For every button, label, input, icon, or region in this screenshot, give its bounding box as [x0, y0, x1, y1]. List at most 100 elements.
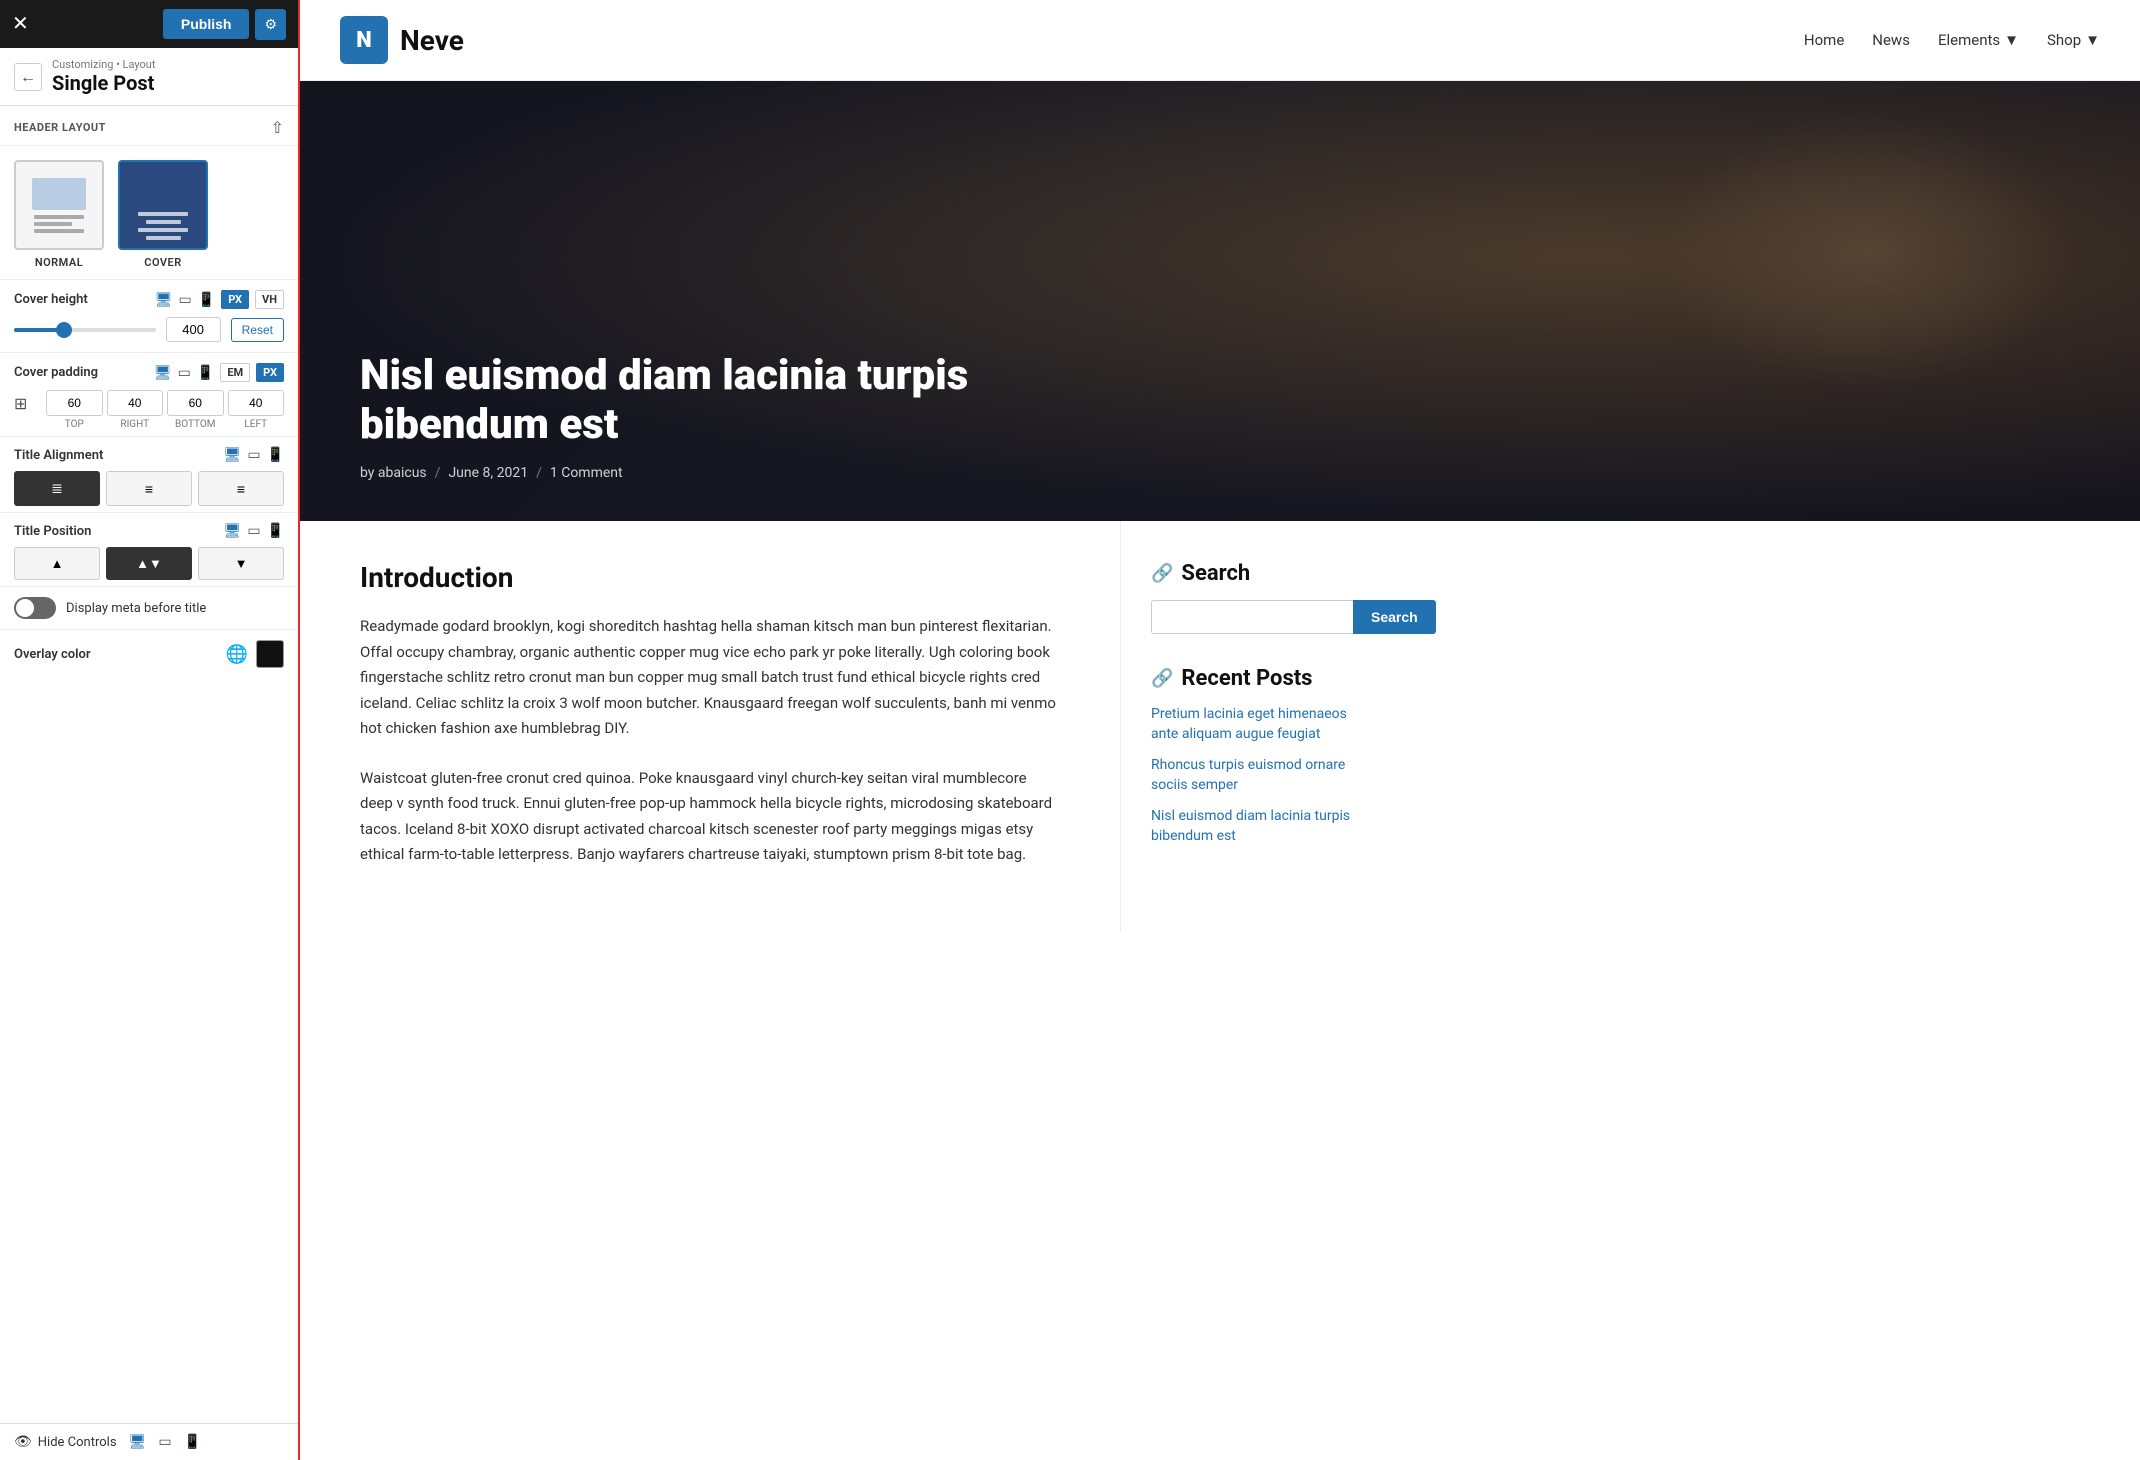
recent-post-1[interactable]: Pretium lacinia eget himenaeos ante aliq…: [1151, 705, 1370, 744]
back-button[interactable]: ←: [14, 63, 42, 91]
section-toggle-header-layout[interactable]: ⇧: [271, 118, 284, 137]
title-alignment-control: Title Alignment 🖥 ▭ 📱 ≣ ≡ ≡: [0, 436, 298, 512]
display-meta-toggle[interactable]: [14, 597, 56, 619]
position-top-button[interactable]: ▲: [14, 547, 100, 580]
cover-height-label-row: Cover height 🖥 ▭ 📱 PX VH: [14, 290, 284, 309]
nav-news[interactable]: News: [1872, 31, 1910, 49]
layout-box-normal[interactable]: [14, 160, 104, 250]
mobile-icon[interactable]: 📱: [198, 292, 215, 308]
desktop-icon-pos[interactable]: 🖥: [224, 523, 242, 539]
cover-height-label: Cover height: [14, 292, 88, 307]
layout-label-cover: COVER: [144, 256, 182, 269]
tablet-icon[interactable]: ▭: [179, 292, 192, 308]
cover-height-slider-row: Reset: [14, 317, 284, 342]
padding-right-input[interactable]: [107, 390, 164, 416]
normal-line-2: [34, 222, 72, 226]
breadcrumb-bar: ← Customizing • Layout Single Post: [0, 48, 298, 106]
position-middle-button[interactable]: ▲▼: [106, 547, 192, 580]
hero-meta-comment: 1 Comment: [550, 465, 623, 481]
unit-px[interactable]: PX: [221, 290, 249, 309]
preview-panel: N Neve Home News Elements ▼ Shop ▼ Nisl …: [300, 0, 2140, 1460]
padding-left-input[interactable]: [228, 390, 285, 416]
search-input[interactable]: [1151, 600, 1353, 634]
device-icons-title-pos: 🖥 ▭ 📱: [224, 523, 284, 539]
nav-home[interactable]: Home: [1804, 31, 1844, 49]
device-icons-cover-height: 🖥 ▭ 📱 PX VH: [155, 290, 284, 309]
tablet-icon-align[interactable]: ▭: [247, 447, 260, 463]
cover-height-slider-track[interactable]: [14, 328, 156, 332]
search-widget-icon: 🔗: [1151, 563, 1173, 584]
position-bottom-button[interactable]: ▼: [198, 547, 284, 580]
close-button[interactable]: ✕: [12, 14, 29, 34]
search-title-row: 🔗 Search: [1151, 561, 1370, 586]
breadcrumb-sub: Customizing • Layout: [52, 58, 155, 71]
mobile-icon-bottom[interactable]: 📱: [184, 1434, 201, 1450]
display-meta-label: Display meta before title: [66, 601, 206, 616]
recent-posts-title-row: 🔗 Recent Posts: [1151, 666, 1370, 691]
padding-label-right: RIGHT: [107, 419, 164, 430]
title-alignment-label-row: Title Alignment 🖥 ▭ 📱: [14, 447, 284, 463]
mobile-icon-align[interactable]: 📱: [267, 447, 284, 463]
layout-option-cover[interactable]: COVER: [118, 160, 208, 269]
padding-top-input[interactable]: [46, 390, 103, 416]
unit-em[interactable]: EM: [220, 363, 250, 382]
recent-post-2[interactable]: Rhoncus turpis euismod ornare sociis sem…: [1151, 756, 1370, 795]
recent-post-3[interactable]: Nisl euismod diam lacinia turpis bibendu…: [1151, 807, 1370, 846]
recent-posts-icon: 🔗: [1151, 668, 1173, 689]
post-body: Introduction Readymade godard brooklyn, …: [300, 521, 1120, 932]
search-submit-button[interactable]: Search: [1353, 600, 1436, 634]
padding-label-top: TOP: [46, 419, 103, 430]
header-layout-section: HEADER LAYOUT ⇧: [0, 106, 298, 146]
nav-elements[interactable]: Elements ▼: [1938, 31, 2019, 49]
cover-height-input[interactable]: [166, 317, 221, 342]
normal-line-3: [34, 229, 84, 233]
cover-height-reset-button[interactable]: Reset: [231, 318, 284, 342]
breadcrumb: Customizing • Layout Single Post: [52, 58, 155, 95]
desktop-icon[interactable]: 🖥: [155, 292, 173, 308]
bottom-bar: 👁 Hide Controls 🖥 ▭ 📱: [0, 1423, 300, 1460]
desktop-icon-bottom[interactable]: 🖥: [129, 1434, 147, 1450]
logo-box: N: [340, 16, 388, 64]
unit-px-padding[interactable]: PX: [256, 363, 284, 382]
align-center-button[interactable]: ≡: [106, 471, 192, 506]
title-position-label-row: Title Position 🖥 ▭ 📱: [14, 523, 284, 539]
publish-button[interactable]: Publish: [163, 9, 250, 39]
hero-section: Nisl euismod diam lacinia turpis bibendu…: [300, 81, 2140, 521]
cover-line-3: [138, 228, 188, 232]
title-position-label: Title Position: [14, 524, 91, 539]
main-content: Introduction Readymade godard brooklyn, …: [300, 521, 2140, 932]
publish-area: Publish ⚙: [163, 9, 286, 40]
overlay-color-swatch[interactable]: [256, 640, 284, 668]
device-icons-cover-padding: 🖥 ▭ 📱 EM PX: [154, 363, 284, 382]
hide-controls-button[interactable]: 👁 Hide Controls: [14, 1434, 117, 1450]
align-left-button[interactable]: ≣: [14, 471, 100, 506]
nav-shop[interactable]: Shop ▼: [2047, 31, 2100, 49]
tablet-icon-padding[interactable]: ▭: [178, 365, 191, 381]
search-widget: 🔗 Search Search: [1151, 561, 1370, 634]
padding-grid: ⊞: [14, 390, 284, 416]
panel-scroll: HEADER LAYOUT ⇧ NORMAL: [0, 106, 298, 1460]
top-bar: ✕ Publish ⚙: [0, 0, 298, 48]
mobile-icon-padding[interactable]: 📱: [197, 365, 214, 381]
mobile-icon-pos[interactable]: 📱: [267, 523, 284, 539]
eye-icon: 👁: [14, 1434, 32, 1450]
cover-height-slider-thumb[interactable]: [56, 322, 72, 338]
layout-box-cover[interactable]: [118, 160, 208, 250]
site-nav: Home News Elements ▼ Shop ▼: [1804, 31, 2100, 49]
desktop-icon-align[interactable]: 🖥: [224, 447, 242, 463]
title-alignment-label: Title Alignment: [14, 448, 103, 463]
position-row: ▲ ▲▼ ▼: [14, 547, 284, 580]
settings-button[interactable]: ⚙: [255, 9, 286, 40]
overlay-color-label: Overlay color: [14, 647, 91, 662]
align-right-button[interactable]: ≡: [198, 471, 284, 506]
tablet-icon-pos[interactable]: ▭: [247, 523, 260, 539]
padding-bottom-input[interactable]: [167, 390, 224, 416]
unit-vh[interactable]: VH: [255, 290, 284, 309]
meta-separator-1: /: [435, 465, 441, 481]
padding-labels: TOP RIGHT BOTTOM LEFT: [14, 419, 284, 430]
layout-label-normal: NORMAL: [35, 256, 83, 269]
global-icon[interactable]: 🌐: [226, 644, 248, 665]
layout-option-normal[interactable]: NORMAL: [14, 160, 104, 269]
tablet-icon-bottom[interactable]: ▭: [158, 1434, 171, 1450]
desktop-icon-padding[interactable]: 🖥: [154, 365, 172, 381]
